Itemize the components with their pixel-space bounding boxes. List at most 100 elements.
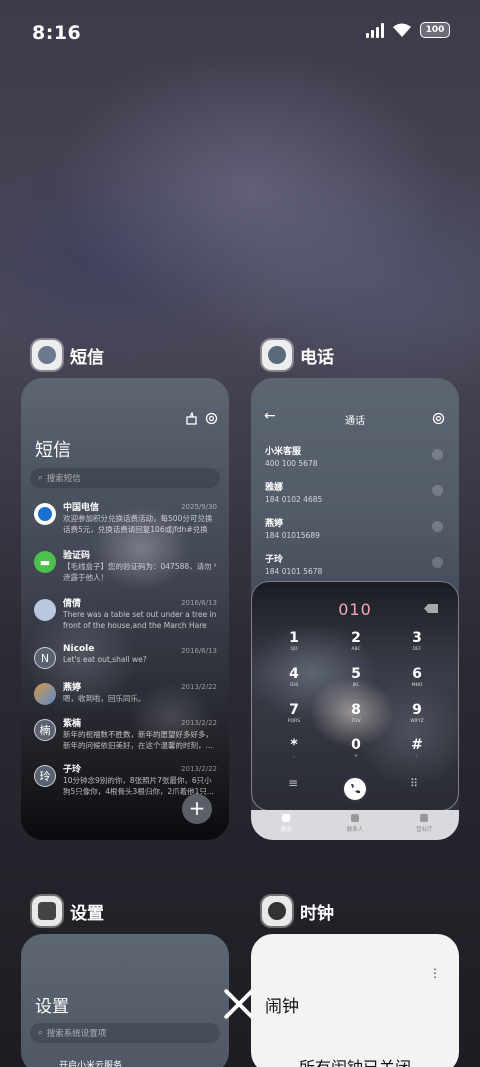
app-name-messages: 短信 (70, 347, 104, 368)
messages-search-input[interactable]: ⌕ 搜索短信 (30, 468, 220, 488)
thread-date: 2013/2/22 (181, 765, 217, 773)
settings-item-cloud[interactable]: 开启小米云服务 (59, 1058, 122, 1067)
messages-search-placeholder: 搜索短信 (46, 474, 81, 484)
thread-item[interactable]: 楠 紫楠 2013/2/22 新年的祝福数不胜数，新年的愿望好多好多，新年的问候依旧… (34, 716, 217, 758)
dial-key-digit: 2 (351, 630, 361, 646)
info-icon[interactable] (432, 485, 443, 496)
dial-key[interactable]: *, (274, 737, 314, 759)
settings-search-placeholder: 搜索系统设置项 (46, 1029, 107, 1039)
more-icon[interactable]: ⋮ (429, 966, 441, 980)
tab-calls[interactable]: 通话 (251, 810, 320, 840)
messages-title: 短信 (35, 440, 71, 461)
thread-preview: 欢迎参加积分兑换话费活动，每500分可兑换话费5元，兑换话费请回复106或jfd… (63, 514, 213, 534)
thread-preview: 【毛线盒子】您的验证码为：047588，请勿泄露于他人！ (63, 562, 212, 582)
tab-service[interactable]: 营业厅 (390, 810, 459, 840)
tab-calls-label: 通话 (280, 827, 292, 833)
settings-title: 设置 (35, 997, 69, 1017)
contact-item[interactable]: 燕婷 184 01015689 (265, 516, 320, 540)
dial-key-digit: 6 (412, 666, 422, 682)
thread-date: 2016/6/13 (181, 599, 217, 607)
app-header-settings[interactable]: 设置 (32, 896, 104, 926)
settings-app-card[interactable]: 设置 ⌕ 搜索系统设置项 开启小米云服务 (21, 934, 229, 1067)
app-header-clock[interactable]: 时钟 (262, 896, 334, 926)
contact-item[interactable]: 雅娜 184 0102 4685 (265, 480, 322, 504)
dial-key-letters: + (354, 754, 358, 759)
dial-key-digit: 5 (351, 666, 361, 682)
dial-key-letters: PQRS (287, 719, 301, 724)
thread-date: 2025/9/30 (181, 503, 217, 511)
thread-preview: There was a table set out under a tree i… (63, 610, 217, 630)
close-all-button[interactable] (221, 986, 257, 1022)
dial-key-digit: 3 (412, 630, 422, 646)
avatar: N (34, 647, 56, 669)
contact-number: 184 0102 4685 (265, 495, 323, 504)
tab-contacts[interactable]: 联系人 (320, 810, 389, 840)
dial-key-letters: WXYZ (410, 719, 424, 724)
dial-key-digit: 7 (289, 702, 299, 718)
phone-tab-bar: 通话 联系人 营业厅 (251, 810, 459, 840)
clock-app-icon (262, 896, 292, 926)
contact-number: 184 0101 5678 (265, 567, 323, 576)
messages-app-card[interactable]: 短信 ⌕ 搜索短信 中国电信 2025/9/30 欢迎参加积分兑换话费活动，每500分… (21, 378, 229, 840)
info-icon[interactable] (432, 449, 443, 460)
tab-contacts-label: 联系人 (346, 827, 364, 833)
alarm-status: 所有闹钟已关闭 (251, 1054, 459, 1067)
compose-button[interactable]: + (182, 794, 212, 824)
dial-key-digit: 4 (289, 666, 299, 682)
dial-key-letters: MNO (411, 683, 423, 688)
dial-key[interactable]: 9 WXYZ (397, 702, 437, 724)
dial-key[interactable]: 6 MNO (397, 666, 437, 688)
settings-app-icon (32, 896, 62, 926)
info-icon[interactable] (432, 557, 443, 568)
dial-key-letters: TUV (351, 719, 361, 724)
telecom-logo-icon (34, 503, 56, 525)
clock-app-card[interactable]: ⋮ 闹钟 所有闹钟已关闭 (251, 934, 459, 1067)
contact-name: 燕婷 (265, 519, 284, 529)
dial-key[interactable]: 3 DEF (397, 630, 437, 652)
contact-item[interactable]: 子玲 184 0101 5678 (265, 552, 322, 576)
thumb-icon[interactable] (185, 412, 198, 425)
dial-key-digit: 0 (351, 737, 361, 753)
dial-key[interactable]: 5 JKL (336, 666, 376, 688)
dial-key[interactable]: 1 QO (274, 630, 314, 652)
thread-preview: Let's eat out,shall we? (63, 655, 147, 664)
dial-key-letters: GHI (289, 683, 299, 688)
app-header-messages[interactable]: 短信 (32, 340, 104, 370)
settings-search-input[interactable]: ⌕ 搜索系统设置项 (30, 1023, 220, 1043)
app-name-phone: 电话 (300, 347, 334, 368)
app-header-phone[interactable]: 电话 (262, 340, 334, 370)
dial-key[interactable]: 7 PQRS (274, 702, 314, 724)
dial-key-digit: # (411, 737, 423, 753)
contact-name: 子玲 (265, 555, 284, 565)
contact-name: 小米客服 (265, 447, 302, 457)
settings-gear-icon[interactable] (432, 412, 445, 425)
contact-item[interactable]: 小米客服 400 100 5678 (265, 444, 318, 468)
phone-app-icon (262, 340, 292, 370)
battery-icon: 100 (420, 22, 450, 38)
info-icon[interactable] (432, 521, 443, 532)
dial-key[interactable]: 2 ABC (336, 630, 376, 652)
menu-icon[interactable]: ≡ (288, 776, 298, 790)
app-name-settings: 设置 (70, 903, 104, 924)
dial-key[interactable]: 8 TUV (336, 702, 376, 724)
contact-name: 雅娜 (265, 483, 284, 493)
dial-key-digit: 9 (412, 702, 422, 718)
settings-gear-icon[interactable] (205, 412, 218, 425)
thread-item[interactable]: ▬ 验证码 【毛线盒子】您的验证码为：047588，请勿泄露于他人！ › (34, 548, 217, 590)
thread-item[interactable]: 倩倩 2016/6/13 There was a table set out und… (34, 596, 217, 638)
call-button[interactable] (342, 776, 368, 802)
cellular-signal-icon (366, 22, 384, 38)
dial-key-letters: DEF (412, 647, 422, 652)
dial-key[interactable]: 4 GHI (274, 666, 314, 688)
app-name-clock: 时钟 (300, 903, 334, 924)
phone-handset-icon (351, 784, 360, 794)
messages-app-icon (32, 340, 62, 370)
thread-item[interactable]: 中国电信 2025/9/30 欢迎参加积分兑换话费活动，每500分可兑换话费5元，兑… (34, 500, 217, 542)
thread-date: 2013/2/22 (181, 719, 217, 727)
phone-app-card[interactable]: ← 通话 小米客服 400 100 5678 雅娜 184 0102 4685 燕婷… (251, 378, 459, 840)
dialpad-grid-icon[interactable]: ⠿ (410, 777, 418, 790)
clock-title: 闹钟 (265, 997, 299, 1017)
dial-key[interactable]: 0 + (336, 737, 376, 759)
dial-key-digit: 1 (289, 630, 299, 646)
dial-key[interactable]: #; (397, 737, 437, 759)
